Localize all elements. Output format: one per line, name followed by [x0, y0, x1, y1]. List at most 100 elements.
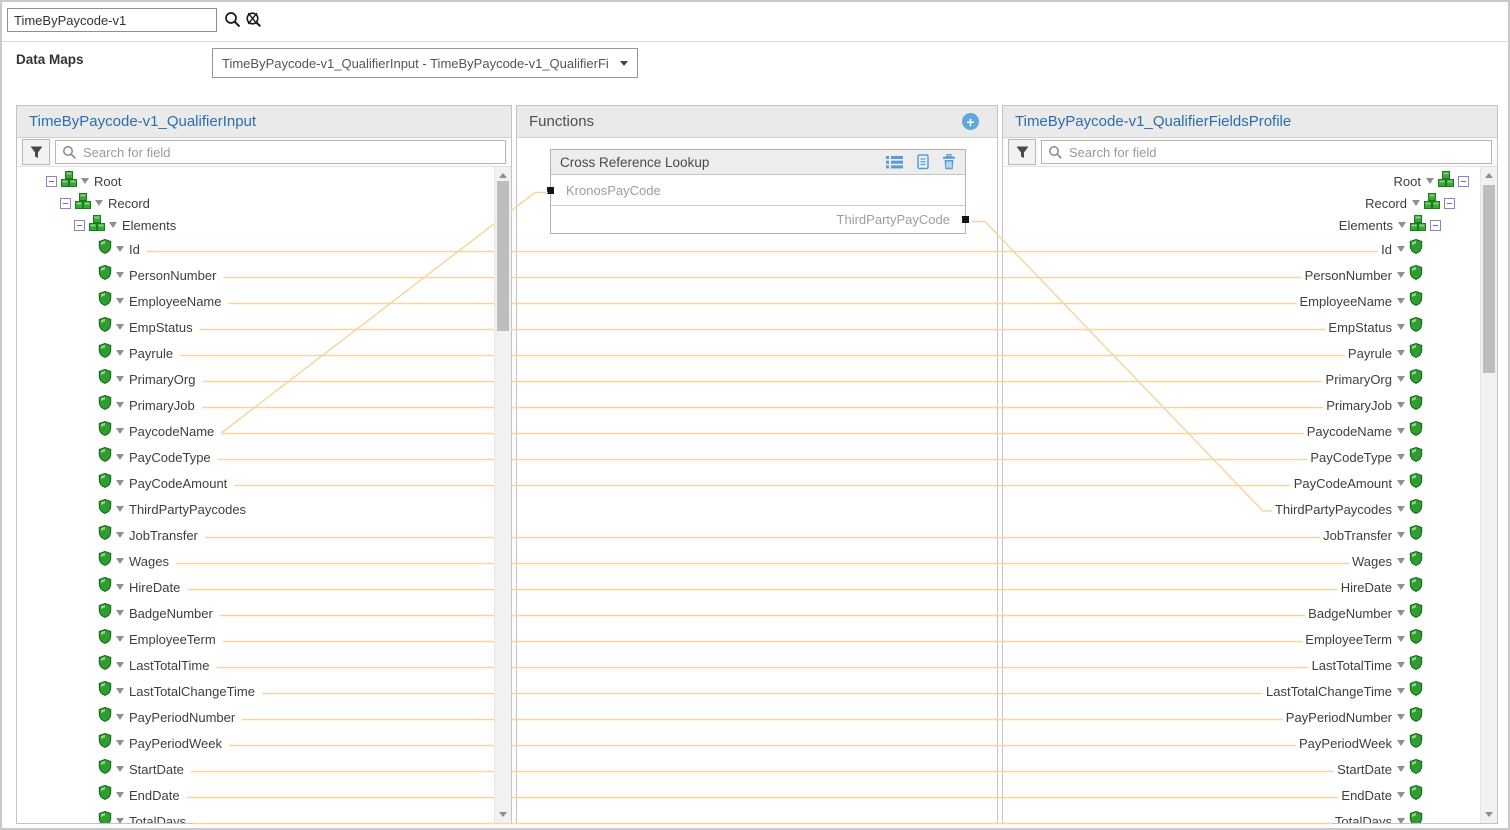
chevron-down-icon[interactable]: [116, 298, 124, 304]
field-row-jobtransfer[interactable]: JobTransfer: [1003, 522, 1480, 548]
scrollbar-thumb[interactable]: [497, 181, 509, 331]
chevron-down-icon[interactable]: [116, 740, 124, 746]
field-row-id[interactable]: Id: [17, 236, 494, 262]
chevron-down-icon[interactable]: [1398, 222, 1406, 228]
chevron-down-icon[interactable]: [1397, 766, 1405, 772]
field-row-employeename[interactable]: EmployeeName: [17, 288, 494, 314]
chevron-down-icon[interactable]: [116, 272, 124, 278]
field-row-startdate[interactable]: StartDate: [17, 756, 494, 782]
field-row-badgenumber[interactable]: BadgeNumber: [1003, 600, 1480, 626]
field-row-paycodeamount[interactable]: PayCodeAmount: [1003, 470, 1480, 496]
chevron-down-icon[interactable]: [1397, 636, 1405, 642]
field-row-lasttotalchangetime[interactable]: LastTotalChangeTime: [17, 678, 494, 704]
field-row-empstatus[interactable]: EmpStatus: [17, 314, 494, 340]
chevron-down-icon[interactable]: [1397, 792, 1405, 798]
chevron-down-icon[interactable]: [116, 246, 124, 252]
field-row-payperiodnumber[interactable]: PayPeriodNumber: [1003, 704, 1480, 730]
add-function-button[interactable]: +: [962, 113, 979, 130]
chevron-down-icon[interactable]: [116, 506, 124, 512]
data-map-select[interactable]: TimeByPaycode-v1_QualifierInput - TimeBy…: [212, 48, 638, 78]
collapse-icon[interactable]: [1458, 176, 1469, 187]
chevron-down-icon[interactable]: [116, 766, 124, 772]
scroll-up-icon[interactable]: [1481, 169, 1497, 182]
chevron-down-icon[interactable]: [116, 818, 124, 823]
field-row-personnumber[interactable]: PersonNumber: [17, 262, 494, 288]
chevron-down-icon[interactable]: [116, 584, 124, 590]
field-row-paycodeamount[interactable]: PayCodeAmount: [17, 470, 494, 496]
chevron-down-icon[interactable]: [1397, 298, 1405, 304]
chevron-down-icon[interactable]: [116, 402, 124, 408]
collapse-icon[interactable]: [46, 176, 57, 187]
function-output-connector[interactable]: [962, 216, 969, 223]
scroll-down-icon[interactable]: [1481, 808, 1497, 821]
field-row-totaldays[interactable]: TotalDays: [17, 808, 494, 823]
collapse-icon[interactable]: [1430, 220, 1441, 231]
chevron-down-icon[interactable]: [116, 324, 124, 330]
field-row-employeeterm[interactable]: EmployeeTerm: [1003, 626, 1480, 652]
field-row-thirdpartypaycodes[interactable]: ThirdPartyPaycodes: [17, 496, 494, 522]
chevron-down-icon[interactable]: [116, 662, 124, 668]
chevron-down-icon[interactable]: [116, 350, 124, 356]
field-row-employeename[interactable]: EmployeeName: [1003, 288, 1480, 314]
chevron-down-icon[interactable]: [1397, 376, 1405, 382]
field-row-paycodename[interactable]: PaycodeName: [1003, 418, 1480, 444]
field-row-payrule[interactable]: Payrule: [17, 340, 494, 366]
field-row-paycodename[interactable]: PaycodeName: [17, 418, 494, 444]
chevron-down-icon[interactable]: [116, 376, 124, 382]
chevron-down-icon[interactable]: [1397, 246, 1405, 252]
tree-node-root[interactable]: Root: [1003, 170, 1480, 192]
field-row-badgenumber[interactable]: BadgeNumber: [17, 600, 494, 626]
chevron-down-icon[interactable]: [81, 178, 89, 184]
chevron-down-icon[interactable]: [1397, 272, 1405, 278]
source-scrollbar[interactable]: [494, 167, 511, 823]
chevron-down-icon[interactable]: [1397, 818, 1405, 823]
scroll-down-icon[interactable]: [495, 808, 511, 821]
chevron-down-icon[interactable]: [1397, 662, 1405, 668]
tree-node-record[interactable]: Record: [17, 192, 494, 214]
chevron-down-icon[interactable]: [1397, 454, 1405, 460]
chevron-down-icon[interactable]: [95, 200, 103, 206]
field-row-lasttotalchangetime[interactable]: LastTotalChangeTime: [1003, 678, 1480, 704]
chevron-down-icon[interactable]: [116, 532, 124, 538]
field-row-primaryorg[interactable]: PrimaryOrg: [1003, 366, 1480, 392]
chevron-down-icon[interactable]: [1397, 506, 1405, 512]
field-row-hiredate[interactable]: HireDate: [17, 574, 494, 600]
destination-field-search-input[interactable]: [1041, 140, 1492, 164]
tree-node-elements[interactable]: Elements: [17, 214, 494, 236]
field-row-primaryjob[interactable]: PrimaryJob: [17, 392, 494, 418]
chevron-down-icon[interactable]: [116, 480, 124, 486]
copy-icon[interactable]: [915, 154, 930, 170]
field-row-lasttotaltime[interactable]: LastTotalTime: [17, 652, 494, 678]
chevron-down-icon[interactable]: [1397, 324, 1405, 330]
field-row-payperiodweek[interactable]: PayPeriodWeek: [1003, 730, 1480, 756]
search-icon[interactable]: [224, 11, 241, 33]
field-row-empstatus[interactable]: EmpStatus: [1003, 314, 1480, 340]
chevron-down-icon[interactable]: [116, 454, 124, 460]
component-search-input[interactable]: [7, 8, 217, 32]
collapse-icon[interactable]: [1444, 198, 1455, 209]
chevron-down-icon[interactable]: [116, 714, 124, 720]
field-row-id[interactable]: Id: [1003, 236, 1480, 262]
chevron-down-icon[interactable]: [1426, 178, 1434, 184]
function-input-row[interactable]: KronosPayCode: [551, 175, 965, 206]
chevron-down-icon[interactable]: [116, 688, 124, 694]
chevron-down-icon[interactable]: [1397, 428, 1405, 434]
filter-button[interactable]: [1008, 139, 1036, 165]
function-output-row[interactable]: ThirdPartyPayCode: [551, 206, 965, 233]
field-row-enddate[interactable]: EndDate: [1003, 782, 1480, 808]
chevron-down-icon[interactable]: [116, 636, 124, 642]
function-input-connector[interactable]: [547, 187, 554, 194]
clear-search-icon[interactable]: [245, 11, 262, 33]
chevron-down-icon[interactable]: [1397, 558, 1405, 564]
field-row-personnumber[interactable]: PersonNumber: [1003, 262, 1480, 288]
chevron-down-icon[interactable]: [1397, 480, 1405, 486]
chevron-down-icon[interactable]: [1397, 350, 1405, 356]
tree-node-elements[interactable]: Elements: [1003, 214, 1480, 236]
chevron-down-icon[interactable]: [1397, 402, 1405, 408]
tree-node-record[interactable]: Record: [1003, 192, 1480, 214]
destination-scrollbar[interactable]: [1480, 167, 1497, 823]
field-row-lasttotaltime[interactable]: LastTotalTime: [1003, 652, 1480, 678]
field-row-primaryorg[interactable]: PrimaryOrg: [17, 366, 494, 392]
chevron-down-icon[interactable]: [116, 610, 124, 616]
field-row-wages[interactable]: Wages: [1003, 548, 1480, 574]
